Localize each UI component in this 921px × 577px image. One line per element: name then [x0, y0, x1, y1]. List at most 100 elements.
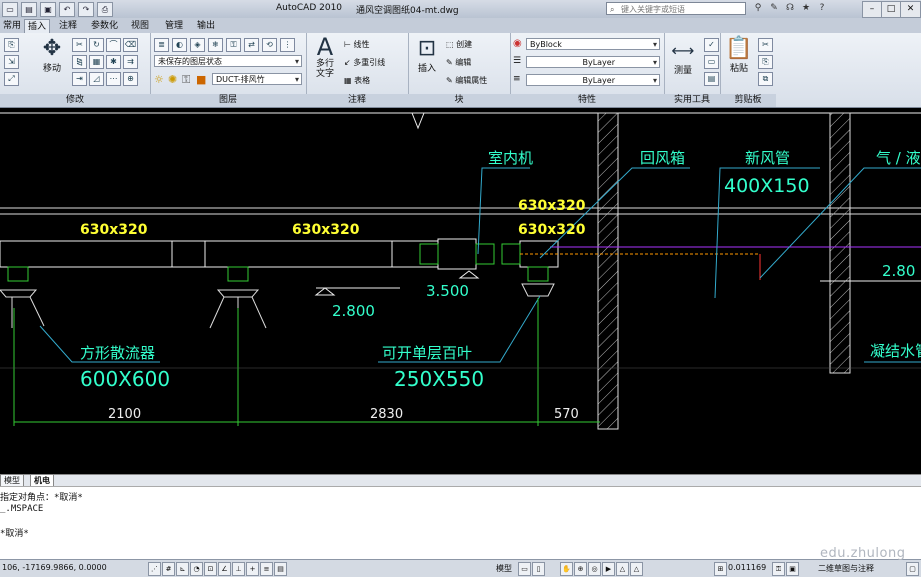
command-window[interactable]: 指定对角点：*取消* _.MSPACE *取消* — [0, 486, 921, 560]
tab-parametric[interactable]: 参数化 — [88, 19, 121, 33]
scale-icon[interactable]: ⤢ — [4, 72, 19, 86]
layer-isolate-icon[interactable]: ◈ — [190, 38, 205, 52]
tab-insert[interactable]: 插入 — [24, 19, 51, 34]
plot-icon[interactable]: ⎙ — [97, 2, 113, 17]
quickcalc-icon[interactable]: ▤ — [704, 72, 719, 86]
clean-screen-icon[interactable]: ▢ — [906, 562, 919, 576]
coordinate-readout[interactable]: 106, -17169.9866, 0.0000 — [2, 563, 107, 572]
object-snap-tracking-icon[interactable]: ∠ — [218, 562, 231, 576]
properties-panel-label[interactable]: 特性 — [510, 94, 664, 107]
close-button[interactable]: ✕ — [900, 1, 921, 18]
annotation-scale-icon[interactable]: △ — [616, 562, 629, 576]
tab-annotate[interactable]: 注释 — [56, 19, 80, 33]
lineweight-toggle-icon[interactable]: ≡ — [260, 562, 273, 576]
layer-walk-icon[interactable]: ⋮ — [280, 38, 295, 52]
linear-dimension-button[interactable]: ⊢ 线性 — [344, 39, 370, 50]
annotation-panel-label[interactable]: 注释 — [306, 94, 408, 107]
erase-icon[interactable]: ⌫ — [123, 38, 138, 52]
layer-match-icon[interactable]: ⇄ — [244, 38, 259, 52]
fillet-icon[interactable]: ⌒ — [106, 38, 121, 52]
linetype-select[interactable]: ByLayer — [526, 56, 660, 68]
modify-panel-label[interactable]: 修改 — [0, 94, 150, 107]
new-file-icon[interactable]: ▭ — [2, 2, 18, 17]
tab-manage[interactable]: 管理 — [162, 19, 186, 33]
subscription-icon[interactable]: ☊ — [784, 2, 796, 15]
dynamic-input-icon[interactable]: + — [246, 562, 259, 576]
viewport-scale-value[interactable]: 0.011169 — [728, 563, 766, 572]
minimize-button[interactable]: – — [862, 1, 882, 18]
select-all-icon[interactable]: ▭ — [704, 55, 719, 69]
tab-output[interactable]: 输出 — [194, 19, 218, 33]
insert-block-button[interactable]: ⊡ 插入 — [412, 37, 442, 75]
drawing-canvas[interactable]: 室内机 回风箱 新风管 400X150 气 / 液 630x320 630x32… — [0, 108, 921, 474]
move-button[interactable]: ✥ 移动 — [38, 37, 66, 75]
explode-icon[interactable]: ✱ — [106, 55, 121, 69]
edit-block-button[interactable]: ✎ 编辑 — [446, 57, 471, 68]
favorites-star-icon[interactable]: ★ — [800, 2, 812, 15]
binoculars-icon[interactable]: ⚲ — [752, 2, 764, 15]
measure-button[interactable]: ⟷ 测量 — [666, 39, 700, 76]
open-icon[interactable]: ▤ — [21, 2, 37, 17]
block-panel-label[interactable]: 块 — [408, 94, 510, 107]
utilities-panel-label[interactable]: 实用工具 — [664, 94, 720, 107]
undo-icon[interactable]: ↶ — [59, 2, 75, 17]
extend-icon[interactable]: ⇥ — [72, 72, 87, 86]
chamfer-icon[interactable]: ◿ — [89, 72, 104, 86]
layer-off-icon[interactable]: ◐ — [172, 38, 187, 52]
layer-freeze-icon[interactable]: ❄ — [208, 38, 223, 52]
save-icon[interactable]: ▣ — [40, 2, 56, 17]
drawing-quick-view-icon[interactable]: ▯ — [532, 562, 545, 576]
rotate-icon[interactable]: ↻ — [89, 38, 104, 52]
mirror-icon[interactable]: ⧎ — [72, 55, 87, 69]
redo-icon[interactable]: ↷ — [78, 2, 94, 17]
tab-view[interactable]: 视图 — [128, 19, 152, 33]
grid-display-icon[interactable]: # — [162, 562, 175, 576]
clipboard-panel-label[interactable]: 剪贴板 — [720, 94, 776, 107]
layout-quick-view-icon[interactable]: ▭ — [518, 562, 531, 576]
color-select[interactable]: ByBlock — [526, 38, 660, 50]
cut-icon[interactable]: ✂ — [758, 38, 773, 52]
current-layer-select[interactable]: DUCT-排风竹 — [212, 73, 302, 85]
polar-tracking-icon[interactable]: ◔ — [190, 562, 203, 576]
join-icon[interactable]: ⊕ — [123, 72, 138, 86]
array-icon[interactable]: ▦ — [89, 55, 104, 69]
maximize-button[interactable]: □ — [881, 1, 901, 18]
paste-button[interactable]: 📋 粘贴 — [724, 37, 754, 75]
workspace-switch[interactable]: 二维草图与注释 — [818, 563, 874, 574]
layers-panel-label[interactable]: 图层 — [150, 94, 306, 107]
quick-properties-icon[interactable]: ▤ — [274, 562, 287, 576]
pan-icon[interactable]: ✋ — [560, 562, 573, 576]
lock-icon[interactable]: ⚿ — [182, 73, 190, 87]
communication-icon[interactable]: ✎ — [768, 2, 780, 15]
lightbulb-icon[interactable]: ☼ — [154, 73, 164, 86]
copy-icon[interactable]: ⎘ — [4, 38, 19, 52]
showmotion-icon[interactable]: ▶ — [602, 562, 615, 576]
maximize-viewport-icon[interactable]: ▣ — [786, 562, 799, 576]
ortho-mode-icon[interactable]: ⊾ — [176, 562, 189, 576]
tab-home[interactable]: 常用 — [0, 19, 24, 33]
copy-clip-icon[interactable]: ⎘ — [758, 55, 773, 69]
lock-viewport-icon[interactable]: ⚿ — [772, 562, 785, 576]
annotation-visibility-icon[interactable]: △ — [630, 562, 643, 576]
sun-icon[interactable]: ✺ — [168, 73, 177, 86]
layer-lock-icon[interactable]: ⚿ — [226, 38, 241, 52]
lineweight-select[interactable]: ByLayer — [526, 74, 660, 86]
dynamic-ucs-icon[interactable]: ⊥ — [232, 562, 245, 576]
quick-select-icon[interactable]: ✓ — [704, 38, 719, 52]
layer-previous-icon[interactable]: ⟲ — [262, 38, 277, 52]
copy-base-icon[interactable]: ⧉ — [758, 72, 773, 86]
table-button[interactable]: ▦ 表格 — [344, 75, 370, 86]
layer-properties-icon[interactable]: ≣ — [154, 38, 169, 52]
help-icon[interactable]: ? — [816, 2, 828, 15]
layer-color-swatch[interactable]: ■ — [196, 73, 206, 86]
layer-state-select[interactable]: 未保存的图层状态 — [154, 55, 302, 67]
create-block-button[interactable]: ⬚ 创建 — [446, 39, 472, 50]
trim-icon[interactable]: ✂ — [72, 38, 87, 52]
help-search-input[interactable]: ⌕ 键入关键字或短语 — [606, 2, 746, 15]
break-icon[interactable]: ⋯ — [106, 72, 121, 86]
snap-mode-icon[interactable]: ⋰ — [148, 562, 161, 576]
viewport-scale-icon[interactable]: ⊞ — [714, 562, 727, 576]
object-snap-icon[interactable]: ⊡ — [204, 562, 217, 576]
steering-wheel-icon[interactable]: ◎ — [588, 562, 601, 576]
stretch-icon[interactable]: ⇲ — [4, 55, 19, 69]
